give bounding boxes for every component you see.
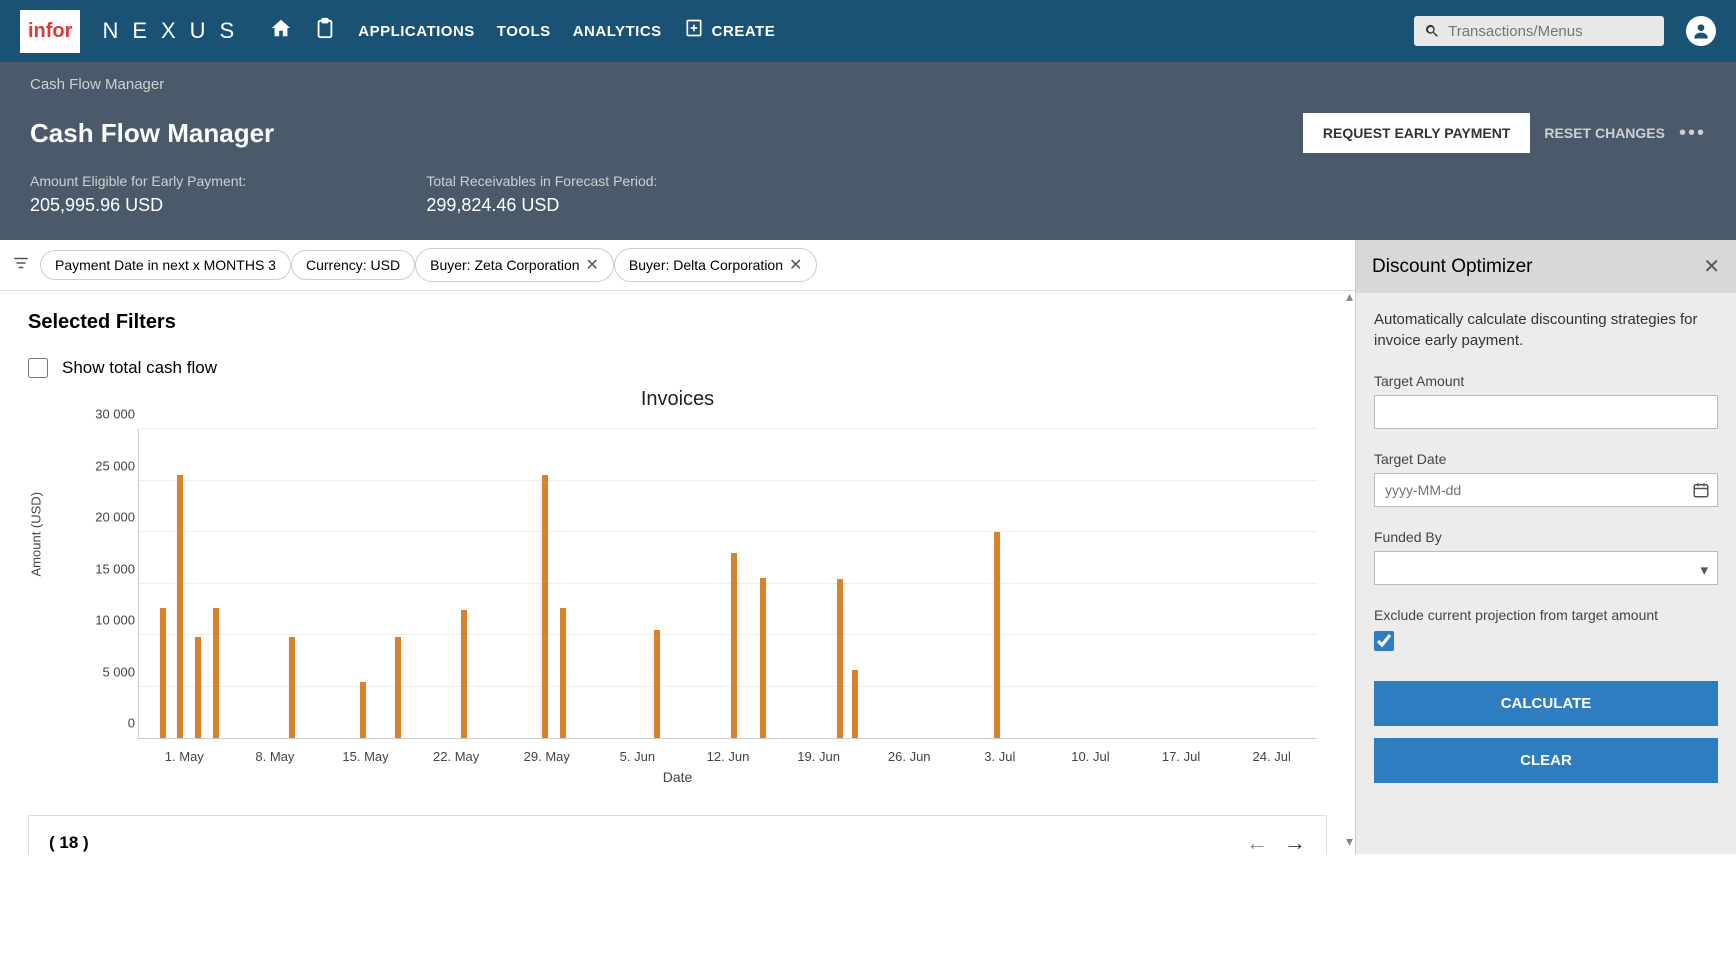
target-amount-input[interactable] [1374,395,1718,429]
chart-xtick: 19. Jun [797,749,840,764]
pill-remove-icon[interactable]: ✕ [789,255,802,275]
chart-xtick: 10. Jul [1071,749,1109,764]
filter-icon[interactable] [12,254,30,277]
chart-bar [560,608,566,738]
chart-ytick: 10 000 [75,613,135,628]
chart-ytick: 5 000 [75,664,135,679]
clear-button[interactable]: CLEAR [1374,738,1718,783]
user-avatar-icon[interactable] [1686,16,1716,46]
chevron-down-icon[interactable]: ▾ [1700,561,1708,579]
show-total-cashflow-checkbox[interactable]: Show total cash flow [28,358,1327,378]
search-icon [1424,22,1440,40]
chart-bar [213,608,219,738]
kpi-label: Amount Eligible for Early Payment: [30,173,246,189]
chart-xtick: 24. Jul [1253,749,1291,764]
target-date-input[interactable] [1374,473,1718,507]
chart-bar [654,630,660,738]
chart-bar [731,553,737,738]
chart-ytick: 25 000 [75,458,135,473]
chart-ylabel: Amount (USD) [29,492,44,577]
chart-xtick: 15. May [342,749,388,764]
clipboard-icon[interactable] [314,17,336,45]
more-actions-icon[interactable]: ••• [1679,122,1706,145]
funded-by-select[interactable] [1374,551,1718,585]
home-icon[interactable] [270,17,292,45]
chart-plot-area: 05 00010 00015 00020 00025 00030 0001. M… [138,429,1317,739]
kpi-receivables: Total Receivables in Forecast Period: 29… [426,173,657,216]
logo: infor [20,10,80,53]
chart-xtick: 12. Jun [707,749,750,764]
chart-xtick: 1. May [165,749,204,764]
selected-filters-heading: Selected Filters [28,311,1327,334]
table-prev-icon[interactable]: ← [1246,830,1268,854]
chart-bar [360,682,366,738]
kpi-label: Total Receivables in Forecast Period: [426,173,657,189]
chart-bar [837,579,843,738]
scroll-down-icon[interactable]: ▾ [1346,833,1353,850]
chart-bar [760,578,766,738]
chart-bar [994,532,1000,738]
kpi-eligible: Amount Eligible for Early Payment: 205,9… [30,173,246,216]
create-icon[interactable] [684,18,704,44]
target-amount-label: Target Amount [1374,373,1718,389]
chart-xtick: 5. Jun [620,749,655,764]
chart-xtick: 3. Jul [984,749,1015,764]
scroll-up-icon[interactable]: ▴ [1346,288,1353,305]
exclude-projection-checkbox[interactable] [1374,631,1394,651]
filter-pill[interactable]: Buyer: Zeta Corporation✕ [415,248,614,282]
nav-create[interactable]: CREATE [712,23,776,40]
request-early-payment-button[interactable]: REQUEST EARLY PAYMENT [1303,113,1531,153]
chart-xtick: 8. May [255,749,294,764]
chart-xtick: 17. Jul [1162,749,1200,764]
target-date-label: Target Date [1374,451,1718,467]
chart-bar [395,637,401,738]
filter-pill[interactable]: Payment Date in next x MONTHS 3 [40,250,291,280]
funded-by-label: Funded By [1374,529,1718,545]
nav-applications[interactable]: APPLICATIONS [358,23,475,40]
chart-ytick: 0 [75,716,135,731]
chart-bar [461,610,467,738]
nav-analytics[interactable]: ANALYTICS [573,23,662,40]
chart-bar [160,608,166,738]
nav-tools[interactable]: TOOLS [497,23,551,40]
sidepanel-title: Discount Optimizer [1372,256,1703,278]
chart-xtick: 26. Jun [888,749,931,764]
pill-remove-icon[interactable]: ✕ [586,255,599,275]
calendar-icon[interactable] [1692,481,1710,503]
brand: NEXUS [102,18,248,44]
reset-changes-button[interactable]: RESET CHANGES [1544,125,1665,141]
chart-bar [852,670,858,738]
filter-pill[interactable]: Currency: USD [291,250,415,280]
chart-xtick: 22. May [433,749,479,764]
chart-bar [289,637,295,738]
chart-bar [195,637,201,738]
chart-ytick: 20 000 [75,510,135,525]
sidepanel-description: Automatically calculate discounting stra… [1374,309,1718,351]
search-box[interactable] [1414,16,1664,46]
table-next-icon[interactable]: → [1284,830,1306,854]
chart-bar [542,475,548,738]
page-title: Cash Flow Manager [30,118,274,149]
exclude-projection-label: Exclude current projection from target a… [1374,607,1718,623]
show-total-cashflow-input[interactable] [28,358,48,378]
chart-ytick: 15 000 [75,561,135,576]
table-row-count: ( 18 ) [49,833,89,853]
breadcrumb: Cash Flow Manager [30,76,1706,93]
search-input[interactable] [1448,23,1654,40]
filter-pill[interactable]: Buyer: Delta Corporation✕ [614,248,817,282]
kpi-value: 299,824.46 USD [426,195,657,216]
chart-title: Invoices [28,388,1327,411]
chart-xtick: 29. May [524,749,570,764]
show-total-cashflow-label: Show total cash flow [62,358,217,378]
chart-ytick: 30 000 [75,407,135,422]
chart-bar [177,475,183,738]
kpi-value: 205,995.96 USD [30,195,246,216]
calculate-button[interactable]: CALCULATE [1374,681,1718,726]
close-icon[interactable]: ✕ [1703,254,1720,279]
